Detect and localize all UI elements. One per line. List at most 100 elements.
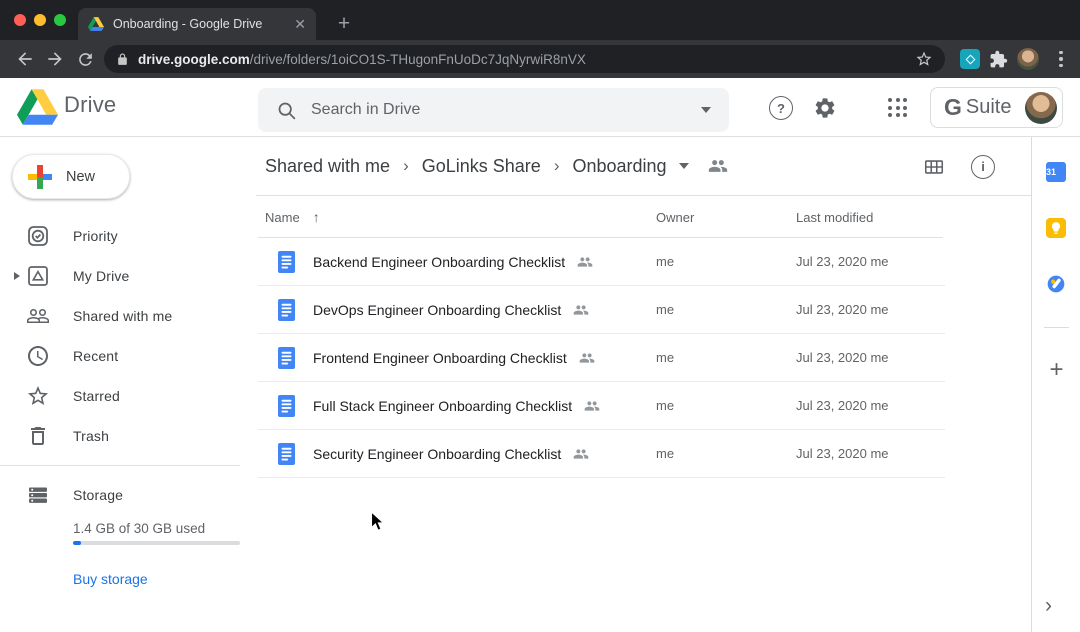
settings-gear-icon[interactable] bbox=[813, 96, 837, 120]
grid-view-icon[interactable] bbox=[923, 156, 945, 178]
column-header-name[interactable]: Name bbox=[265, 210, 300, 225]
app-name[interactable]: Drive bbox=[64, 92, 116, 118]
extension-badge-icon[interactable] bbox=[960, 49, 980, 69]
file-owner: me bbox=[656, 302, 796, 317]
url-path: /drive/folders/1oiCO1S-THugonFnUoDc7JqNy… bbox=[250, 52, 586, 67]
file-owner: me bbox=[656, 398, 796, 413]
new-tab-button[interactable]: + bbox=[330, 10, 358, 38]
priority-icon bbox=[26, 224, 50, 248]
sidebar-item-label: Priority bbox=[73, 228, 118, 244]
breadcrumb-item-shared-with-me[interactable]: Shared with me bbox=[265, 156, 390, 177]
window-zoom-button[interactable] bbox=[54, 14, 66, 26]
extensions-puzzle-icon[interactable] bbox=[989, 50, 1008, 69]
breadcrumb-separator-icon: › bbox=[390, 156, 422, 176]
search-options-caret-icon[interactable] bbox=[701, 107, 711, 113]
drive-logo-icon[interactable] bbox=[17, 89, 58, 125]
main-content: Shared with me›GoLinks Share›Onboarding … bbox=[256, 137, 1031, 632]
url-bar[interactable]: drive.google.com/drive/folders/1oiCO1S-T… bbox=[104, 45, 945, 73]
panel-divider bbox=[1044, 327, 1069, 328]
shared-people-icon bbox=[573, 302, 589, 318]
sidebar-item-label: My Drive bbox=[73, 268, 129, 284]
google-doc-icon bbox=[278, 443, 295, 465]
sidebar-item-label: Starred bbox=[73, 388, 120, 404]
my-drive-icon bbox=[26, 264, 50, 288]
sidebar-item-trash[interactable]: Trash bbox=[0, 416, 256, 456]
sidebar-item-priority[interactable]: Priority bbox=[0, 216, 256, 256]
file-modified: Jul 23, 2020 me bbox=[796, 398, 945, 413]
lock-icon[interactable] bbox=[116, 53, 129, 66]
expand-arrow-icon[interactable] bbox=[14, 272, 20, 280]
sidebar-item-my-drive[interactable]: My Drive bbox=[0, 256, 256, 296]
breadcrumb-item-onboarding[interactable]: Onboarding bbox=[572, 156, 666, 177]
google-doc-icon bbox=[278, 347, 295, 369]
file-row[interactable]: Backend Engineer Onboarding Checklist meJ… bbox=[258, 238, 945, 286]
file-list: Backend Engineer Onboarding ChecklistmeJ… bbox=[256, 238, 1031, 478]
column-header-modified[interactable]: Last modified bbox=[796, 210, 1031, 225]
window-close-button[interactable] bbox=[14, 14, 26, 26]
storage-progress-fill bbox=[73, 541, 81, 545]
sidebar-nav: Priority My Drive Shared with me Recent Star… bbox=[0, 216, 256, 456]
search-input[interactable]: Search in Drive bbox=[311, 101, 701, 119]
sort-ascending-icon[interactable]: ↑ bbox=[313, 209, 320, 225]
file-modified: Jul 23, 2020 me bbox=[796, 446, 945, 461]
keep-icon[interactable] bbox=[1046, 218, 1066, 238]
browser-tab-bar: Onboarding - Google Drive ✕ + bbox=[0, 0, 1080, 40]
tab-close-icon[interactable]: ✕ bbox=[294, 17, 306, 31]
new-button[interactable]: New bbox=[12, 154, 130, 199]
search-icon[interactable] bbox=[276, 100, 297, 121]
google-doc-icon bbox=[278, 251, 295, 273]
help-icon[interactable]: ? bbox=[769, 96, 793, 120]
companion-panel: 31 + › bbox=[1031, 137, 1080, 632]
file-modified: Jul 23, 2020 me bbox=[796, 254, 945, 269]
sidebar-item-storage[interactable]: Storage bbox=[0, 475, 256, 515]
folder-shared-people-icon bbox=[708, 156, 728, 176]
browser-profile-avatar[interactable] bbox=[1017, 48, 1039, 70]
folder-dropdown-caret-icon[interactable] bbox=[679, 163, 689, 169]
file-name[interactable]: Full Stack Engineer Onboarding Checklist bbox=[313, 398, 572, 414]
breadcrumb-item-golinks-share[interactable]: GoLinks Share bbox=[422, 156, 541, 177]
file-row[interactable]: Security Engineer Onboarding Checklist me… bbox=[258, 430, 945, 478]
breadcrumb: Shared with me›GoLinks Share›Onboarding … bbox=[256, 137, 1031, 196]
file-owner: me bbox=[656, 350, 796, 365]
sidebar: New Priority My Drive Shared with me Recent… bbox=[0, 137, 256, 632]
sidebar-item-label: Trash bbox=[73, 428, 109, 444]
file-name[interactable]: DevOps Engineer Onboarding Checklist bbox=[313, 302, 561, 318]
forward-icon[interactable] bbox=[40, 44, 70, 74]
sidebar-item-label: Shared with me bbox=[73, 308, 172, 324]
google-plus-icon bbox=[28, 165, 52, 189]
file-owner: me bbox=[656, 254, 796, 269]
collapse-panel-chevron-icon[interactable]: › bbox=[1045, 594, 1052, 618]
file-name[interactable]: Backend Engineer Onboarding Checklist bbox=[313, 254, 565, 270]
file-row[interactable]: DevOps Engineer Onboarding ChecklistmeJu… bbox=[258, 286, 945, 334]
storage-icon bbox=[26, 483, 50, 507]
file-name[interactable]: Security Engineer Onboarding Checklist bbox=[313, 446, 561, 462]
column-header-owner[interactable]: Owner bbox=[656, 210, 796, 225]
reload-icon[interactable] bbox=[70, 44, 100, 74]
google-apps-grid-icon[interactable] bbox=[888, 98, 908, 118]
calendar-day: 31 bbox=[1046, 167, 1056, 177]
bookmark-star-icon[interactable] bbox=[915, 50, 933, 68]
storage-progress-bar bbox=[73, 541, 240, 545]
file-row[interactable]: Frontend Engineer Onboarding Checklist me… bbox=[258, 334, 945, 382]
browser-tab[interactable]: Onboarding - Google Drive ✕ bbox=[78, 8, 316, 40]
file-owner: me bbox=[656, 446, 796, 461]
sidebar-item-shared-with-me[interactable]: Shared with me bbox=[0, 296, 256, 336]
sidebar-item-recent[interactable]: Recent bbox=[0, 336, 256, 376]
search-bar[interactable]: Search in Drive bbox=[258, 88, 729, 132]
shared-with-me-icon bbox=[26, 304, 50, 328]
storage-label: Storage bbox=[73, 487, 123, 503]
browser-menu-icon[interactable] bbox=[1052, 51, 1070, 67]
file-name[interactable]: Frontend Engineer Onboarding Checklist bbox=[313, 350, 567, 366]
calendar-icon[interactable]: 31 bbox=[1046, 162, 1066, 182]
shared-people-icon bbox=[579, 350, 595, 366]
buy-storage-link[interactable]: Buy storage bbox=[73, 571, 148, 587]
info-icon[interactable]: i bbox=[971, 155, 995, 179]
account-brand-badge[interactable]: G Suite bbox=[930, 87, 1063, 128]
account-avatar[interactable] bbox=[1025, 92, 1057, 124]
window-minimize-button[interactable] bbox=[34, 14, 46, 26]
file-row[interactable]: Full Stack Engineer Onboarding Checklist… bbox=[258, 382, 945, 430]
back-icon[interactable] bbox=[10, 44, 40, 74]
add-app-icon[interactable]: + bbox=[1044, 357, 1069, 382]
sidebar-item-starred[interactable]: Starred bbox=[0, 376, 256, 416]
tasks-icon[interactable] bbox=[1046, 274, 1066, 294]
